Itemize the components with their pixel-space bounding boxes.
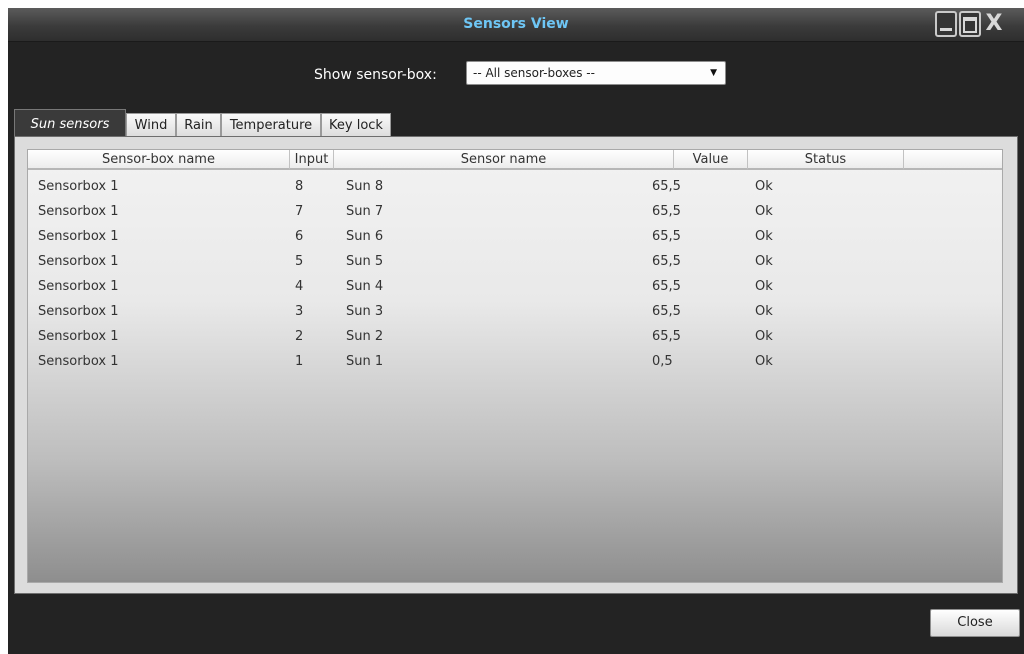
tab-rain[interactable]: Rain bbox=[176, 113, 221, 137]
sensor-box-select-value: -- All sensor-boxes -- bbox=[473, 66, 595, 80]
cell-value: 65,5 bbox=[652, 229, 681, 244]
cell-sensor-name: Sun 1 bbox=[346, 354, 384, 369]
table-row[interactable]: Sensorbox 1 2 Sun 2 65,5 Ok bbox=[28, 324, 1002, 349]
column-header-sensor-name[interactable]: Sensor name bbox=[334, 150, 674, 170]
column-header-input[interactable]: Input bbox=[290, 150, 334, 170]
cell-sensor-name: Sun 7 bbox=[346, 204, 384, 219]
sensor-table[interactable]: Sensor-box name Input Sensor name Value … bbox=[27, 149, 1003, 583]
cell-sensor-box-name: Sensorbox 1 bbox=[38, 204, 119, 219]
cell-sensor-box-name: Sensorbox 1 bbox=[38, 254, 119, 269]
table-row[interactable]: Sensorbox 1 1 Sun 1 0,5 Ok bbox=[28, 349, 1002, 374]
sensor-box-filter-label: Show sensor-box: bbox=[314, 67, 437, 83]
minimize-button[interactable] bbox=[935, 11, 957, 37]
cell-sensor-name: Sun 8 bbox=[346, 179, 384, 194]
cell-sensor-box-name: Sensorbox 1 bbox=[38, 354, 119, 369]
cell-sensor-name: Sun 2 bbox=[346, 329, 384, 344]
tab-wind[interactable]: Wind bbox=[126, 113, 176, 137]
cell-sensor-box-name: Sensorbox 1 bbox=[38, 229, 119, 244]
column-header-filler bbox=[904, 150, 1002, 170]
cell-value: 65,5 bbox=[652, 279, 681, 294]
cell-status: Ok bbox=[755, 354, 773, 369]
close-button[interactable]: Close bbox=[930, 609, 1020, 637]
column-header-status[interactable]: Status bbox=[748, 150, 904, 170]
minimize-icon bbox=[940, 28, 952, 31]
cell-status: Ok bbox=[755, 254, 773, 269]
cell-value: 65,5 bbox=[652, 179, 681, 194]
table-row[interactable]: Sensorbox 1 3 Sun 3 65,5 Ok bbox=[28, 299, 1002, 324]
table-header: Sensor-box name Input Sensor name Value … bbox=[28, 150, 1002, 170]
maximize-icon bbox=[963, 17, 977, 33]
cell-value: 65,5 bbox=[652, 329, 681, 344]
cell-sensor-box-name: Sensorbox 1 bbox=[38, 279, 119, 294]
table-row[interactable]: Sensorbox 1 8 Sun 8 65,5 Ok bbox=[28, 174, 1002, 199]
tab-temperature[interactable]: Temperature bbox=[221, 113, 321, 137]
cell-sensor-name: Sun 6 bbox=[346, 229, 384, 244]
cell-input: 3 bbox=[295, 304, 304, 319]
sun-sensors-panel: Sensor-box name Input Sensor name Value … bbox=[14, 136, 1018, 594]
cell-status: Ok bbox=[755, 229, 773, 244]
table-row[interactable]: Sensorbox 1 4 Sun 4 65,5 Ok bbox=[28, 274, 1002, 299]
cell-input: 2 bbox=[295, 329, 304, 344]
cell-sensor-name: Sun 4 bbox=[346, 279, 384, 294]
cell-value: 65,5 bbox=[652, 254, 681, 269]
cell-sensor-box-name: Sensorbox 1 bbox=[38, 329, 119, 344]
cell-sensor-name: Sun 3 bbox=[346, 304, 384, 319]
cell-value: 65,5 bbox=[652, 304, 681, 319]
column-header-value[interactable]: Value bbox=[674, 150, 748, 170]
cell-input: 1 bbox=[295, 354, 304, 369]
close-window-button[interactable]: X bbox=[983, 11, 1005, 37]
cell-status: Ok bbox=[755, 279, 773, 294]
cell-status: Ok bbox=[755, 329, 773, 344]
column-header-sensor-box-name[interactable]: Sensor-box name bbox=[28, 150, 290, 170]
cell-value: 0,5 bbox=[652, 354, 673, 369]
cell-status: Ok bbox=[755, 304, 773, 319]
sensor-box-select[interactable]: -- All sensor-boxes -- ▼ bbox=[466, 61, 726, 85]
table-row[interactable]: Sensorbox 1 5 Sun 5 65,5 Ok bbox=[28, 249, 1002, 274]
maximize-button[interactable] bbox=[959, 11, 981, 37]
cell-input: 6 bbox=[295, 229, 304, 244]
table-row[interactable]: Sensorbox 1 7 Sun 7 65,5 Ok bbox=[28, 199, 1002, 224]
chevron-down-icon: ▼ bbox=[710, 68, 717, 78]
tab-key-lock[interactable]: Key lock bbox=[321, 113, 391, 137]
cell-input: 4 bbox=[295, 279, 304, 294]
close-icon: X bbox=[985, 11, 1003, 36]
title-bar[interactable]: Sensors View X bbox=[8, 8, 1024, 42]
cell-value: 65,5 bbox=[652, 204, 681, 219]
tab-sun-sensors[interactable]: Sun sensors bbox=[14, 109, 126, 138]
cell-status: Ok bbox=[755, 179, 773, 194]
cell-sensor-box-name: Sensorbox 1 bbox=[38, 179, 119, 194]
cell-sensor-box-name: Sensorbox 1 bbox=[38, 304, 119, 319]
cell-input: 7 bbox=[295, 204, 304, 219]
window-title: Sensors View bbox=[463, 16, 569, 32]
cell-input: 8 bbox=[295, 179, 304, 194]
cell-sensor-name: Sun 5 bbox=[346, 254, 384, 269]
table-row[interactable]: Sensorbox 1 6 Sun 6 65,5 Ok bbox=[28, 224, 1002, 249]
cell-status: Ok bbox=[755, 204, 773, 219]
sensors-window: Sensors View X Show sensor-box: -- All s… bbox=[8, 8, 1024, 654]
cell-input: 5 bbox=[295, 254, 304, 269]
